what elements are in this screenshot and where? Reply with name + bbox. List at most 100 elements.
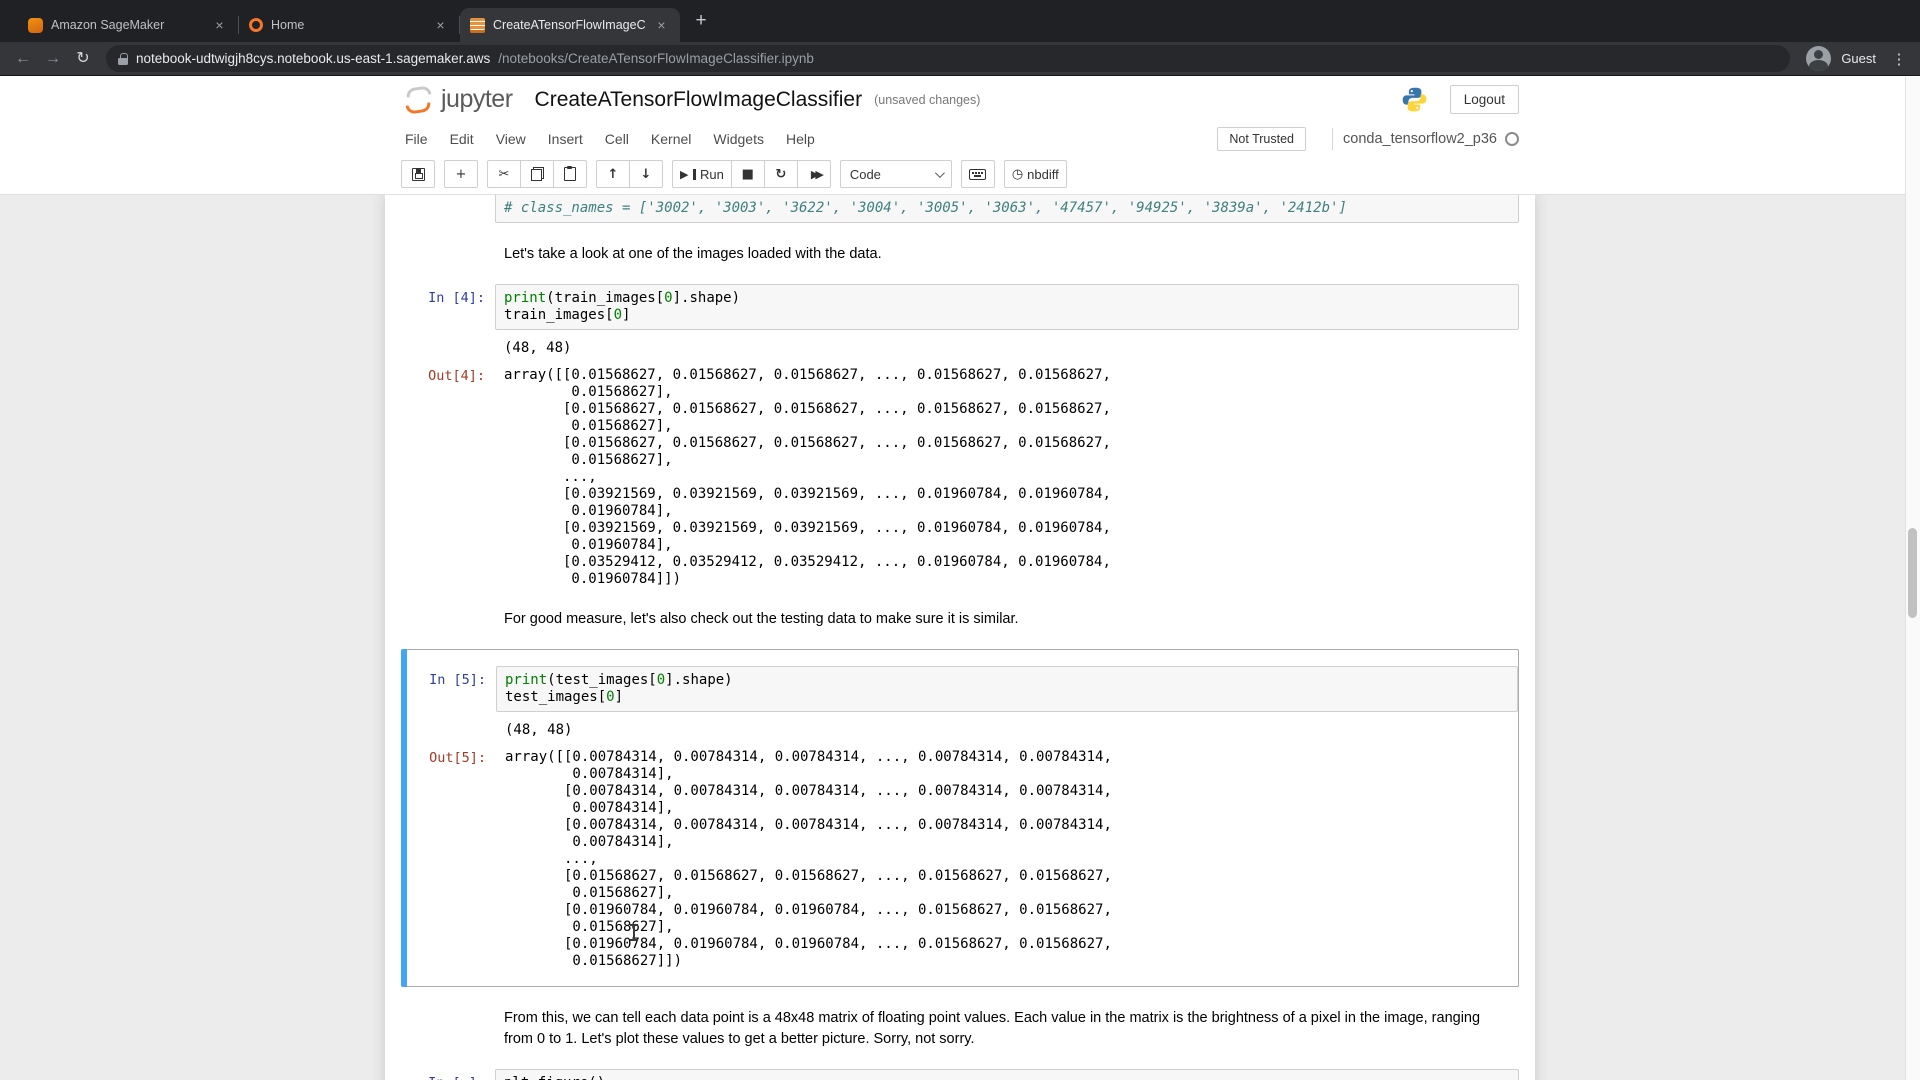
trust-status-button[interactable]: Not Trusted [1217, 127, 1306, 151]
cell-prompt-empty [401, 240, 495, 267]
kernel-name[interactable]: conda_tensorflow2_p36 [1343, 131, 1497, 147]
code-cell-5-selected[interactable]: In [5]: print(test_images[0].shape)test_… [401, 649, 1519, 987]
url-path: /notebooks/CreateATensorFlowImageClassif… [498, 51, 814, 66]
cell-prompt-empty [401, 605, 495, 632]
code-cell-partial[interactable]: # class_names = ['3002', '3003', '3622',… [401, 195, 1519, 231]
arrow-up-icon: ↑ [608, 167, 619, 182]
notebook-container: # class_names = ['3002', '3003', '3622',… [385, 195, 1535, 1080]
stream-output: (48, 48) [496, 722, 572, 739]
move-cell-down-button[interactable]: ↓ [629, 160, 663, 188]
arrow-down-icon: ↓ [641, 167, 652, 182]
menu-insert[interactable]: Insert [537, 131, 594, 147]
sagemaker-favicon-icon [28, 18, 43, 33]
forward-icon[interactable]: → [40, 46, 66, 72]
tab-title: Amazon SageMaker [51, 18, 203, 32]
jupyter-wordmark[interactable]: jupyter [441, 85, 513, 114]
add-cell-button[interactable]: + [444, 160, 478, 188]
nbdiff-button[interactable]: ◷ nbdiff [1004, 160, 1067, 188]
back-icon[interactable]: ← [10, 46, 36, 72]
menu-view[interactable]: View [485, 131, 537, 147]
run-cell-button[interactable]: ▶ Run [672, 160, 732, 188]
url-field[interactable]: notebook-udtwigjh8cys.notebook.us-east-1… [106, 45, 1790, 72]
tab-notebook-active[interactable]: CreateATensorFlowImageClass × [460, 8, 680, 42]
lock-icon[interactable] [118, 53, 128, 65]
save-status: (unsaved changes) [874, 93, 980, 107]
menu-widgets[interactable]: Widgets [702, 131, 775, 147]
text-cursor-icon [633, 925, 635, 940]
tab-title: CreateATensorFlowImageClass [493, 18, 645, 32]
code-editor[interactable]: print(train_images[0].shape)train_images… [495, 284, 1519, 330]
paste-icon [564, 167, 576, 181]
copy-cell-button[interactable] [520, 160, 554, 188]
output-prompt-empty [401, 340, 495, 357]
profile-name: Guest [1841, 51, 1876, 66]
menu-kernel[interactable]: Kernel [640, 131, 702, 147]
restart-run-all-button[interactable]: ▶▶ [797, 160, 831, 188]
input-prompt: In [ ]: [401, 1069, 495, 1080]
new-tab-button[interactable]: + [688, 8, 714, 34]
restart-kernel-button[interactable]: ↻ [764, 160, 798, 188]
jupyter-logo-icon[interactable] [401, 84, 437, 116]
code-editor[interactable]: print(test_images[0].shape)test_images[0… [496, 666, 1518, 712]
browser-tab-strip: Amazon SageMaker × Home × CreateATensorF… [0, 0, 1920, 42]
browser-menu-icon[interactable]: ⋮ [1888, 50, 1910, 68]
menu-help[interactable]: Help [775, 131, 826, 147]
output-prompt-empty [402, 722, 496, 739]
stop-icon: ■ [742, 167, 754, 182]
tab-home[interactable]: Home × [239, 8, 459, 42]
cell-prompt-empty [401, 195, 495, 223]
run-icon: ▶ [680, 168, 688, 181]
markdown-text: Let's take a look at one of the images l… [495, 240, 1519, 267]
menu-file[interactable]: File [401, 131, 439, 147]
reload-icon[interactable]: ↻ [70, 46, 96, 72]
keyboard-icon [969, 169, 986, 180]
markdown-cell[interactable]: For good measure, let's also check out t… [401, 596, 1519, 641]
paste-cell-button[interactable] [553, 160, 587, 188]
jupyter-header: jupyter CreateATensorFlowImageClassifier… [0, 76, 1920, 195]
menubar: File Edit View Insert Cell Kernel Widget… [401, 123, 1519, 154]
input-prompt: In [4]: [401, 284, 495, 330]
fast-forward-icon: ▶▶ [811, 168, 820, 181]
menu-edit[interactable]: Edit [439, 131, 485, 147]
stream-output: (48, 48) [495, 340, 571, 357]
code-cell-empty[interactable]: In [ ]: plt.figure()plt.imshow(train_ima… [401, 1061, 1519, 1080]
chevron-down-icon [935, 168, 945, 178]
save-button[interactable] [401, 160, 435, 188]
browser-toolbar: ← → ↻ notebook-udtwigjh8cys.notebook.us-… [0, 42, 1920, 76]
move-cell-up-button[interactable]: ↑ [596, 160, 630, 188]
result-output: array([[0.01568627, 0.01568627, 0.015686… [495, 367, 1111, 588]
page-scrollbar-thumb[interactable] [1908, 528, 1917, 618]
menu-cell[interactable]: Cell [594, 131, 640, 147]
markdown-text: For good measure, let's also check out t… [495, 605, 1519, 632]
tab-close-icon[interactable]: × [432, 17, 449, 34]
markdown-cell[interactable]: Let's take a look at one of the images l… [401, 231, 1519, 276]
notebook-toolbar: + ✂ ↑ ↓ ▶ Run ■ ↻ ▶▶ Code ◷ nbdiff [401, 154, 1519, 194]
cell-prompt-empty [401, 1004, 495, 1052]
avatar[interactable] [1806, 46, 1831, 71]
tab-amazon-sagemaker[interactable]: Amazon SageMaker × [18, 8, 238, 42]
notebook-favicon-icon [470, 18, 485, 33]
tab-close-icon[interactable]: × [653, 17, 670, 34]
cut-cell-button[interactable]: ✂ [487, 160, 521, 188]
nbdiff-label: nbdiff [1027, 167, 1059, 182]
run-icon-bar [693, 169, 696, 180]
code-editor[interactable]: plt.figure()plt.imshow(train_images[0])p… [495, 1069, 1519, 1080]
cell-type-select[interactable]: Code [840, 160, 952, 188]
python-logo-icon [1401, 86, 1428, 113]
markdown-text: From this, we can tell each data point i… [495, 1004, 1519, 1052]
notebook-page: # class_names = ['3002', '3003', '3622',… [0, 195, 1920, 1080]
tab-close-icon[interactable]: × [211, 17, 228, 34]
jupyter-favicon-icon [249, 18, 263, 32]
clock-icon: ◷ [1012, 167, 1023, 182]
cut-icon: ✂ [499, 167, 510, 182]
markdown-cell[interactable]: From this, we can tell each data point i… [401, 995, 1519, 1061]
code-cell-4[interactable]: In [4]: print(train_images[0].shape)trai… [401, 276, 1519, 596]
command-palette-button[interactable] [961, 160, 995, 188]
tab-title: Home [271, 18, 424, 32]
stop-kernel-button[interactable]: ■ [731, 160, 765, 188]
logout-button[interactable]: Logout [1450, 85, 1519, 114]
code-editor[interactable]: # class_names = ['3002', '3003', '3622',… [495, 195, 1519, 223]
output-prompt: Out[5]: [402, 749, 496, 970]
save-icon [412, 168, 425, 181]
notebook-title[interactable]: CreateATensorFlowImageClassifier [535, 88, 863, 112]
